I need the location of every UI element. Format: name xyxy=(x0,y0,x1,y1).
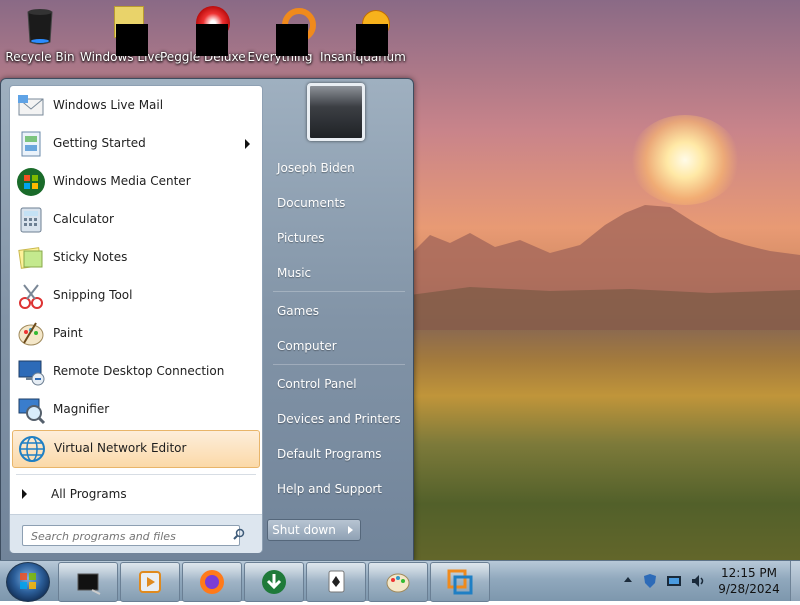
redacted-icon xyxy=(260,6,316,56)
firefox-icon xyxy=(200,570,224,594)
arrow-right-icon xyxy=(348,526,353,534)
clock-time[interactable]: 12:15 PM xyxy=(720,566,778,580)
volume-icon[interactable] xyxy=(690,573,706,589)
recycle-bin-icon xyxy=(20,6,60,46)
search-area xyxy=(10,514,262,553)
show-hidden-icons-icon[interactable] xyxy=(624,577,632,582)
mail-icon xyxy=(18,95,44,116)
solitaire-icon xyxy=(328,570,345,593)
palette-icon xyxy=(18,322,44,346)
taskbar-terminal[interactable] xyxy=(58,562,118,602)
taskbar-paint[interactable] xyxy=(368,562,428,602)
right-item-music[interactable]: Music xyxy=(271,260,407,286)
windows-logo-icon xyxy=(20,573,36,589)
right-item-computer[interactable]: Computer xyxy=(271,333,407,359)
security-icon[interactable] xyxy=(642,573,658,589)
shutdown-options-button[interactable] xyxy=(340,519,361,541)
taskbar-download-manager[interactable] xyxy=(244,562,304,602)
magnifier-icon xyxy=(18,398,46,425)
program-paint[interactable]: Paint xyxy=(12,316,258,352)
taskbar-media-player[interactable] xyxy=(120,562,180,602)
arrow-right-icon xyxy=(22,489,27,499)
calculator-icon xyxy=(20,207,42,233)
program-sticky-notes[interactable]: Sticky Notes xyxy=(12,240,258,276)
globe-icon xyxy=(19,436,45,462)
desktop-icon-peggle-deluxe[interactable]: Peggle Deluxe xyxy=(160,4,246,76)
right-item-help-and-support[interactable]: Help and Support xyxy=(271,476,407,502)
clock-date[interactable]: 9/28/2024 xyxy=(716,582,782,596)
desktop-icon-recycle-bin[interactable]: Recycle Bin xyxy=(0,4,80,76)
program-remote-desktop-connection[interactable]: Remote Desktop Connection xyxy=(12,354,258,390)
desktop-icon-windows-live[interactable]: Windows Live xyxy=(80,4,162,76)
all-programs-button[interactable]: All Programs xyxy=(12,480,258,508)
program-magnifier[interactable]: Magnifier xyxy=(12,392,258,428)
program-windows-live-mail[interactable]: Windows Live Mail xyxy=(12,88,258,124)
mountain-range xyxy=(410,205,800,330)
download-manager-icon xyxy=(262,570,286,594)
windows-logo-icon xyxy=(17,168,45,196)
search-input[interactable] xyxy=(22,525,240,546)
right-item-documents[interactable]: Documents xyxy=(271,190,407,216)
sticky-notes-icon xyxy=(18,247,43,269)
right-item-user[interactable]: Joseph Biden xyxy=(271,155,407,181)
taskbar-firefox[interactable] xyxy=(182,562,242,602)
getting-started-icon xyxy=(21,131,41,157)
program-list: Windows Live Mail Getting Started Window… xyxy=(9,85,263,553)
taskbar-vmware[interactable] xyxy=(430,562,490,602)
program-windows-media-center[interactable]: Windows Media Center xyxy=(12,164,258,200)
program-virtual-network-editor[interactable]: Virtual Network Editor xyxy=(12,430,260,468)
remote-desktop-icon xyxy=(18,360,45,386)
paint-icon xyxy=(386,573,410,593)
network-icon[interactable] xyxy=(666,573,682,589)
sun xyxy=(630,115,740,205)
submenu-arrow-icon xyxy=(245,139,250,149)
taskbar: 12:15 PM 9/28/2024 xyxy=(0,560,800,602)
right-item-pictures[interactable]: Pictures xyxy=(271,225,407,251)
right-item-control-panel[interactable]: Control Panel xyxy=(271,371,407,397)
program-getting-started[interactable]: Getting Started xyxy=(12,126,258,162)
right-item-games[interactable]: Games xyxy=(271,298,407,324)
redacted-icon xyxy=(180,6,230,56)
desktop-icon-insaniquarium[interactable]: Insaniquarium xyxy=(320,4,406,76)
media-player-icon xyxy=(139,571,161,593)
start-menu: Windows Live Mail Getting Started Window… xyxy=(0,78,414,562)
vmware-icon xyxy=(447,569,473,595)
redacted-icon xyxy=(340,6,390,56)
right-item-default-programs[interactable]: Default Programs xyxy=(271,441,407,467)
search-icon[interactable] xyxy=(233,528,245,540)
user-picture[interactable] xyxy=(307,83,365,141)
terminal-icon xyxy=(77,573,101,595)
desktop-icon-everything[interactable]: Everything xyxy=(240,4,320,76)
right-item-devices-and-printers[interactable]: Devices and Printers xyxy=(271,406,407,432)
redacted-icon xyxy=(100,6,148,56)
program-snipping-tool[interactable]: Snipping Tool xyxy=(12,278,258,314)
separator xyxy=(273,291,405,292)
taskbar-solitaire[interactable] xyxy=(306,562,366,602)
shutdown-button[interactable]: Shut down xyxy=(267,519,341,541)
scissors-icon xyxy=(19,284,43,309)
separator xyxy=(16,474,256,475)
show-desktop-button[interactable] xyxy=(790,561,800,601)
system-tray: 12:15 PM 9/28/2024 xyxy=(620,561,800,601)
program-calculator[interactable]: Calculator xyxy=(12,202,258,238)
separator xyxy=(273,364,405,365)
start-button[interactable] xyxy=(6,562,50,602)
